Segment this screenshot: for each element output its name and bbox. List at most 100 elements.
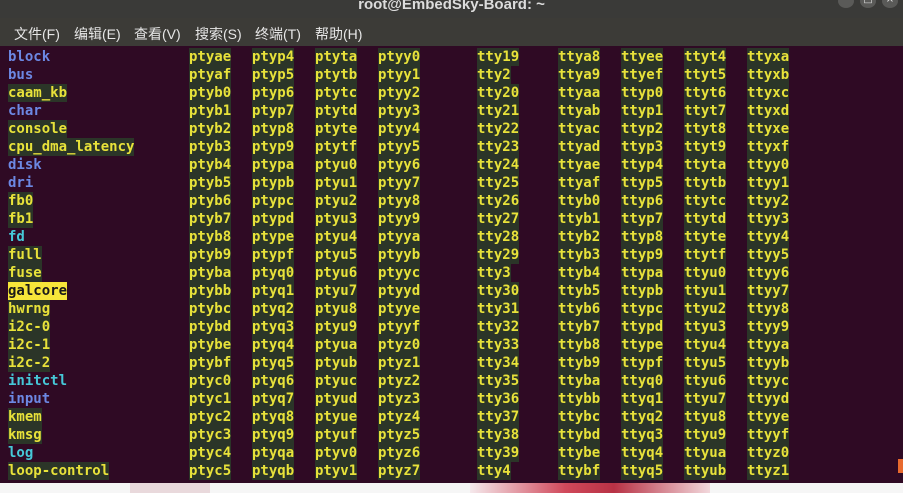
dev-entry: tty35	[477, 372, 520, 390]
terminal-output[interactable]: block bus caam_kb char console cpu_dma_latenc…	[0, 46, 903, 483]
dev-entry: tty19	[477, 48, 520, 66]
dev-entry: ptybe	[189, 336, 232, 354]
dev-entry: tty25	[477, 174, 520, 192]
dev-entry: ptyy5	[378, 138, 421, 156]
dev-entry: ptytc	[315, 84, 358, 102]
dev-entry: disk	[8, 157, 42, 173]
dev-entry: ptyc3	[189, 426, 232, 444]
dev-entry: tty34	[477, 354, 520, 372]
window-title: root@EmbedSky-Board: ~	[358, 0, 545, 13]
dev-entry: ptyz0	[378, 336, 421, 354]
dev-entry: ptyy4	[378, 120, 421, 138]
dev-entry: ptyyc	[378, 264, 421, 282]
dev-entry: ttyp6	[621, 192, 664, 210]
dev-entry: ptyu3	[315, 210, 358, 228]
dev-entry: ttyb7	[558, 318, 601, 336]
dev-entry: ptyu5	[315, 246, 358, 264]
dev-entry: ptyy2	[378, 84, 421, 102]
dev-entry: ttyab	[558, 102, 601, 120]
dev-entry: ttyt8	[684, 120, 727, 138]
dev-entry: ttypc	[621, 300, 664, 318]
dev-entry: tty21	[477, 102, 520, 120]
dev-entry: ttyub	[684, 462, 727, 480]
dev-entry: ptyp7	[252, 102, 295, 120]
dev-entry: tty26	[477, 192, 520, 210]
dev-entry: fb0	[8, 192, 34, 210]
dev-entry: ttyu5	[684, 354, 727, 372]
scrollbar-thumb[interactable]	[898, 459, 903, 473]
dev-entry: ttyt6	[684, 84, 727, 102]
dev-entry: tty24	[477, 156, 520, 174]
dev-entry: ttyb3	[558, 246, 601, 264]
dev-entry: tty32	[477, 318, 520, 336]
dev-entry: ptyb0	[189, 84, 232, 102]
menu-edit[interactable]: 编辑(E)	[74, 24, 121, 44]
dev-entry: ptyp6	[252, 84, 295, 102]
dev-entry: ttybc	[558, 408, 601, 426]
dev-entry: ptyu2	[315, 192, 358, 210]
dev-entry: ttyya	[747, 336, 790, 354]
dev-entry: ttybe	[558, 444, 601, 462]
dev-entry: ttyu8	[684, 408, 727, 426]
dev-entry: ttyt4	[684, 48, 727, 66]
dev-entry: bus	[8, 67, 34, 83]
dev-entry: ptyy3	[378, 102, 421, 120]
dev-entry: hwrng	[8, 300, 51, 318]
dev-entry: ttypd	[621, 318, 664, 336]
title-bar[interactable]: root@EmbedSky-Board: ~ – □ ×	[0, 0, 903, 18]
dev-entry: ttyu0	[684, 264, 727, 282]
dev-entry: ptyba	[189, 264, 232, 282]
dev-entry: ptyy1	[378, 66, 421, 84]
dev-entry: tty23	[477, 138, 520, 156]
dev-entry: ptypc	[252, 192, 295, 210]
dev-entry: ptyy7	[378, 174, 421, 192]
menu-search[interactable]: 搜索(S)	[195, 24, 242, 44]
dev-entry: ptyqa	[252, 444, 295, 462]
dev-entry: ttyxa	[747, 48, 790, 66]
dev-entry: ttya8	[558, 48, 601, 66]
dev-entry: ttyu4	[684, 336, 727, 354]
dev-entry: ttyua	[684, 444, 727, 462]
dev-entry: ptyp9	[252, 138, 295, 156]
dev-entry: ptyq2	[252, 300, 295, 318]
dev-entry: ttytf	[684, 246, 727, 264]
dev-entry: ttyy5	[747, 246, 790, 264]
dev-entry: ttyb9	[558, 354, 601, 372]
dev-entry: ttyq4	[621, 444, 664, 462]
dev-entry: ttyu3	[684, 318, 727, 336]
dev-entry: ptyud	[315, 390, 358, 408]
dev-entry: ttyp1	[621, 102, 664, 120]
dev-entry: ttyyb	[747, 354, 790, 372]
dev-entry: i2c-0	[8, 318, 51, 336]
dev-entry: tty36	[477, 390, 520, 408]
dev-entry: ptybc	[189, 300, 232, 318]
dev-entry: ptyae	[189, 48, 232, 66]
dev-entry: ttyy0	[747, 156, 790, 174]
dev-entry: ptyq9	[252, 426, 295, 444]
dev-entry: ttyt7	[684, 102, 727, 120]
menu-view[interactable]: 查看(V)	[134, 24, 181, 44]
dev-entry: loop-control	[8, 462, 110, 480]
dev-entry: ttyy7	[747, 282, 790, 300]
dev-entry: ttyu6	[684, 372, 727, 390]
dev-entry: ptyb4	[189, 156, 232, 174]
dev-entry: fuse	[8, 264, 42, 282]
dev-entry: ttyp8	[621, 228, 664, 246]
dev-entry: ptybb	[189, 282, 232, 300]
dev-entry: ttyp3	[621, 138, 664, 156]
dev-entry: ttypf	[621, 354, 664, 372]
menu-help[interactable]: 帮助(H)	[315, 24, 362, 44]
dev-entry: ptyz5	[378, 426, 421, 444]
menu-file[interactable]: 文件(F)	[14, 24, 60, 44]
menu-terminal[interactable]: 终端(T)	[255, 24, 301, 44]
dev-entry: ttyy6	[747, 264, 790, 282]
dev-entry: tty3	[477, 264, 511, 282]
dev-entry: ptyuf	[315, 426, 358, 444]
dev-entry: ttyxe	[747, 120, 790, 138]
dev-entry: ptyz2	[378, 372, 421, 390]
dev-entry: ptyu7	[315, 282, 358, 300]
dev-entry: ttyae	[558, 156, 601, 174]
dev-entry: ptyq6	[252, 372, 295, 390]
dev-entry: ttyu9	[684, 426, 727, 444]
dev-entry: ttybb	[558, 390, 601, 408]
